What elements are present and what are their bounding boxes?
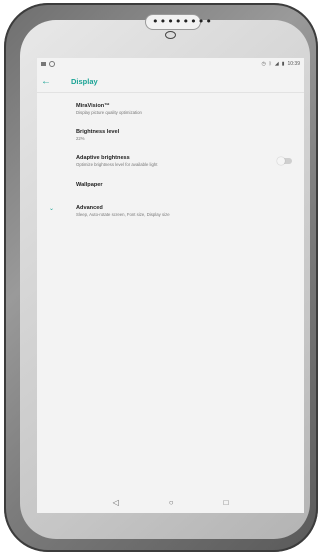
- status-bar: ◷ ᛒ ◢ ▮ 10:39: [37, 58, 304, 70]
- chevron-down-icon: ⌄: [49, 206, 55, 212]
- setting-title: Brightness level: [76, 129, 120, 135]
- setting-title: MiraVision™: [76, 103, 110, 109]
- setting-title: Advanced: [76, 205, 103, 211]
- battery-icon: ▮: [281, 61, 285, 67]
- bluetooth-icon: ᛒ: [268, 61, 272, 67]
- circle-status-icon: [49, 61, 55, 67]
- page-title: Display: [71, 76, 98, 86]
- alarm-icon: ◷: [261, 61, 266, 67]
- setting-miravision[interactable]: MiraVision™ Display picture quality opti…: [76, 103, 304, 116]
- setting-adaptive-brightness[interactable]: Adaptive brightness Optimize brightness …: [76, 155, 304, 168]
- nav-back-icon[interactable]: ◁: [113, 498, 119, 507]
- setting-title: Wallpaper: [76, 182, 103, 188]
- setting-wallpaper[interactable]: Wallpaper: [76, 182, 304, 189]
- setting-subtitle: Optimize brightness level for available …: [76, 162, 158, 167]
- app-bar: ← Display: [37, 70, 304, 93]
- device-screen: ◷ ᛒ ◢ ▮ 10:39 ← Display MiraVision™ Disp…: [37, 58, 304, 513]
- adaptive-brightness-toggle[interactable]: [277, 157, 292, 165]
- status-time: 10:39: [287, 61, 300, 67]
- nav-home-icon[interactable]: ○: [169, 498, 174, 507]
- speaker-dots: ••••••••: [152, 15, 213, 28]
- setting-subtitle: Display picture quality optimization: [76, 110, 142, 115]
- tablet-frame: •••••••• ◷ ᛒ ◢ ▮ 10:39 ← Display MiraVis…: [4, 3, 318, 552]
- setting-brightness-level[interactable]: Brightness level 22%: [76, 129, 304, 142]
- notification-icon: [41, 62, 46, 66]
- back-arrow-icon[interactable]: ←: [41, 76, 71, 87]
- setting-subtitle: 22%: [76, 136, 85, 141]
- setting-subtitle: Sleep, Auto-rotate screen, Font size, Di…: [76, 212, 170, 217]
- navigation-bar: ◁ ○ □: [37, 491, 304, 513]
- setting-title: Adaptive brightness: [76, 155, 130, 161]
- setting-advanced[interactable]: ⌄ Advanced Sleep, Auto-rotate screen, Fo…: [49, 205, 304, 218]
- signal-icon: ◢: [274, 61, 279, 67]
- front-camera: [165, 31, 176, 39]
- settings-list: MiraVision™ Display picture quality opti…: [37, 103, 304, 218]
- nav-recents-icon[interactable]: □: [224, 498, 229, 507]
